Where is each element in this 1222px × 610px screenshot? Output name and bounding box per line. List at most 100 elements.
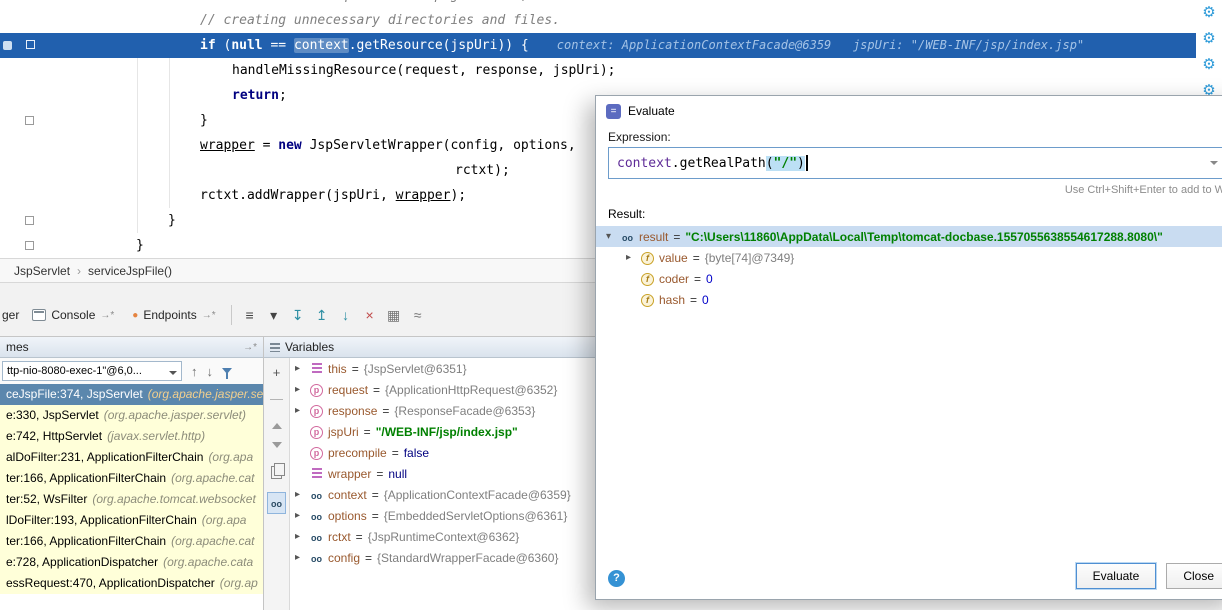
variables-header-label: Variables [285, 340, 334, 354]
thread-selector[interactable]: ttp-nio-8080-exec-1"@6,0... [2, 361, 182, 381]
variable-value: {ApplicationContextFacade@6359} [384, 488, 571, 502]
expression-label: Expression: [608, 130, 1222, 144]
chevron-down-icon [169, 371, 177, 379]
code-line[interactable]: handleMissingResource(request, response,… [0, 58, 1222, 83]
result-value: "C:\Users\11860\AppData\Local\Temp\tomca… [685, 230, 1162, 244]
code-line[interactable]: // creating unnecessary directories and … [0, 8, 1222, 33]
dialog-title: Evaluate [628, 104, 675, 118]
breadcrumb-class[interactable]: JspServlet [14, 264, 70, 278]
scroll-down-icon[interactable] [272, 442, 282, 453]
expression-input[interactable]: context.getRealPath("/") [608, 147, 1222, 179]
expand-chevron-icon[interactable] [295, 489, 308, 500]
variable-kind-icon [308, 551, 325, 565]
variable-value: {ResponseFacade@6353} [394, 404, 535, 418]
result-row[interactable]: hash = 0 [596, 289, 1222, 310]
fold-marker[interactable] [26, 40, 35, 49]
tab-debugger-partial[interactable]: ger [0, 308, 23, 322]
pin-down-icon[interactable]: ↧ [286, 307, 310, 324]
tab-console[interactable]: Console [23, 308, 123, 322]
stack-frame-row[interactable]: ter:166, ApplicationFilterChain(org.apac… [0, 531, 263, 552]
evaluate-button[interactable]: Evaluate [1076, 563, 1157, 589]
add-watch-icon[interactable]: + [273, 366, 281, 379]
variable-value: {EmbeddedServletOptions@6361} [384, 509, 568, 523]
pin-icon[interactable] [202, 310, 216, 321]
fold-marker[interactable] [25, 116, 34, 125]
breadcrumb-method[interactable]: serviceJspFile() [88, 264, 172, 278]
variable-value: {JspRuntimeContext@6362} [368, 530, 520, 544]
endpoints-icon [132, 310, 138, 321]
settings-waves-icon[interactable]: ≈ [406, 307, 430, 324]
equals-sign: = [376, 467, 383, 481]
variable-kind-icon [308, 424, 325, 439]
variable-kind-icon [308, 530, 325, 544]
expand-chevron-icon[interactable] [295, 405, 308, 416]
frame-down-icon[interactable]: ↓ [207, 364, 214, 379]
equals-sign: = [673, 230, 680, 244]
result-row[interactable]: coder = 0 [596, 268, 1222, 289]
result-name: result [639, 230, 668, 244]
expand-chevron-icon[interactable] [295, 510, 308, 521]
result-tree: result = "C:\Users\11860\AppData\Local\T… [596, 226, 1222, 310]
stack-frame-row[interactable]: ter:166, ApplicationFilterChain(org.apac… [0, 468, 263, 489]
tab-console-label: Console [51, 308, 95, 322]
stack-frame-row[interactable]: ter:52, WsFilter(org.apache.tomcat.webso… [0, 489, 263, 510]
result-row[interactable]: result = "C:\Users\11860\AppData\Local\T… [596, 226, 1222, 247]
duplicate-icon[interactable] [271, 466, 282, 479]
gear-icon[interactable]: ⚙ [1196, 26, 1222, 52]
chevron-right-icon [77, 264, 81, 278]
expand-chevron-icon[interactable] [626, 252, 639, 263]
filter-icon[interactable] [222, 368, 232, 374]
step-filter-icon[interactable]: ↓ [334, 307, 358, 324]
fold-marker[interactable] [25, 241, 34, 250]
expand-chevron-icon[interactable] [295, 384, 308, 395]
equals-sign: = [364, 425, 371, 439]
result-kind-icon [639, 292, 656, 307]
mute-icon[interactable]: × [358, 307, 382, 324]
frame-up-icon[interactable]: ↑ [191, 364, 198, 379]
pin-icon[interactable] [243, 342, 257, 353]
evaluate-watch-tool[interactable] [267, 492, 286, 514]
history-chevron-icon[interactable] [1210, 161, 1218, 169]
grid-view-icon[interactable]: ▦ [382, 307, 406, 324]
expand-chevron-icon[interactable] [295, 363, 308, 374]
stack-frame-row[interactable]: ceJspFile:374, JspServlet(org.apache.jas… [0, 384, 263, 405]
pin-icon[interactable] [100, 310, 114, 321]
help-icon[interactable]: ? [608, 570, 625, 587]
result-name: hash [659, 293, 685, 307]
code-line[interactable]: if (null == context.getResource(jspUri))… [0, 33, 1196, 58]
expand-chevron-icon[interactable] [295, 531, 308, 542]
variable-name: this [328, 362, 347, 376]
dialog-titlebar[interactable]: Evaluate [596, 96, 1222, 126]
stack-frame-row[interactable]: e:330, JspServlet(org.apache.jasper.serv… [0, 405, 263, 426]
tab-endpoints[interactable]: Endpoints [123, 308, 224, 322]
stack-frame-row[interactable]: lDoFilter:193, ApplicationFilterChain(or… [0, 510, 263, 531]
fold-marker[interactable] [25, 216, 34, 225]
equals-sign: = [372, 488, 379, 502]
stack-frame-row[interactable]: e:728, ApplicationDispatcher(org.apache.… [0, 552, 263, 573]
close-button[interactable]: Close [1166, 563, 1222, 589]
variable-name: options [328, 509, 367, 523]
layout-menu-icon[interactable]: ≡ [238, 307, 262, 324]
result-row[interactable]: value = {byte[74]@7349} [596, 247, 1222, 268]
scroll-up-icon[interactable] [272, 418, 282, 429]
equals-sign: = [392, 446, 399, 460]
variable-value: "/WEB-INF/jsp/index.jsp" [376, 425, 518, 439]
gear-icon[interactable]: ⚙ [1196, 52, 1222, 78]
stack-frame-row[interactable]: e:742, HttpServlet(javax.servlet.http) [0, 426, 263, 447]
stack-frame-row[interactable]: essRequest:470, ApplicationDispatcher(or… [0, 573, 263, 594]
expand-chevron-icon[interactable] [606, 231, 619, 242]
variable-value: {ApplicationHttpRequest@6352} [385, 383, 557, 397]
stack-frame-row[interactable]: alDoFilter:231, ApplicationFilterChain(o… [0, 447, 263, 468]
variable-name: config [328, 551, 360, 565]
remove-watch-icon[interactable]: — [270, 392, 283, 405]
frames-panel-header: mes [0, 337, 263, 358]
expand-chevron-icon[interactable] [295, 552, 308, 563]
equals-sign: = [382, 404, 389, 418]
ide-debug-window: // Check if the requested JSP page exist… [0, 0, 1222, 610]
collapse-panel-icon[interactable]: ▾ [262, 307, 286, 324]
variable-kind-icon [308, 403, 325, 418]
variable-kind-icon [308, 445, 325, 460]
pin-up-icon[interactable]: ↥ [310, 307, 334, 324]
gear-icon[interactable]: ⚙ [1196, 0, 1222, 26]
code-line[interactable]: // Check if the requested JSP page exist… [0, 0, 1222, 8]
